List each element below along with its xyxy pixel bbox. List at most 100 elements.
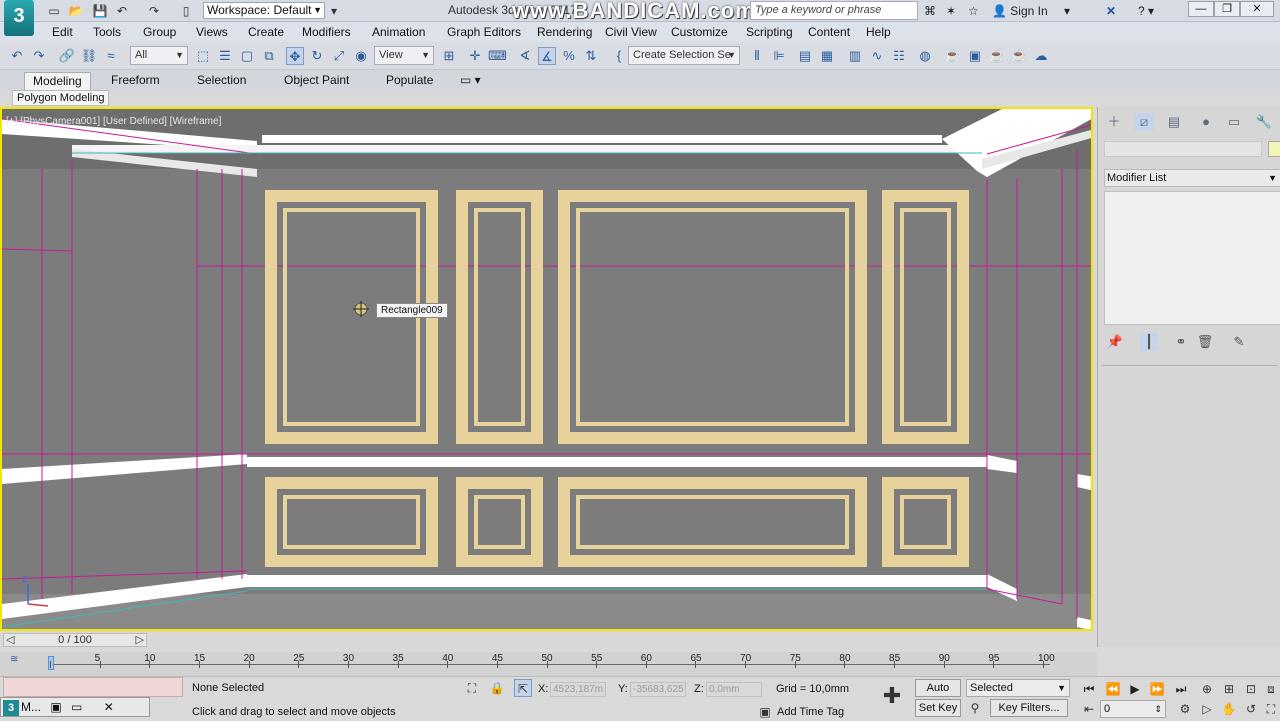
configure-modifier-sets-icon[interactable]: ✎ bbox=[1230, 333, 1248, 351]
select-and-place-icon[interactable]: ◉ bbox=[352, 47, 370, 65]
scene-explorer-icon[interactable]: ▤ bbox=[796, 47, 814, 65]
new-file-icon[interactable]: ▭ bbox=[46, 3, 62, 19]
mirror-icon[interactable]: ⫴ bbox=[748, 47, 766, 65]
time-tag-icon[interactable]: ▣ bbox=[756, 703, 774, 721]
select-and-move-icon[interactable]: ✥ bbox=[286, 47, 304, 65]
edit-named-selection-icon[interactable]: { bbox=[610, 47, 628, 65]
reference-coordinate-dropdown[interactable]: View ▼ bbox=[374, 46, 434, 65]
ribbon-options-icon[interactable]: ▭ ▾ bbox=[452, 72, 489, 90]
maximize-viewport-icon[interactable]: ⛶ bbox=[1262, 700, 1280, 718]
pivot-center-icon[interactable]: ⊞ bbox=[440, 47, 458, 65]
motion-tab-icon[interactable]: ● bbox=[1196, 113, 1216, 131]
field-of-view-icon[interactable]: ▷ bbox=[1198, 700, 1216, 718]
pin-stack-icon[interactable]: 📌 bbox=[1106, 333, 1124, 351]
menu-group[interactable]: Group bbox=[143, 25, 176, 39]
open-file-icon[interactable]: 📂 bbox=[68, 3, 84, 19]
object-color-swatch[interactable] bbox=[1268, 141, 1280, 157]
modify-tab-icon[interactable]: ⧄ bbox=[1134, 113, 1154, 131]
tab-object-paint[interactable]: Object Paint bbox=[276, 72, 357, 90]
zoom-extents-icon[interactable]: ⊡ bbox=[1242, 680, 1260, 698]
zoom-extents-all-icon[interactable]: ⧈ bbox=[1262, 680, 1280, 698]
exchange-apps-icon[interactable]: ✕ bbox=[1106, 2, 1116, 20]
key-mode-toggle-icon[interactable]: ⇤ bbox=[1080, 700, 1098, 718]
pan-view-icon[interactable]: ✋ bbox=[1220, 700, 1238, 718]
previous-frame-icon[interactable]: ⏪ bbox=[1104, 680, 1122, 698]
zoom-all-icon[interactable]: ⊞ bbox=[1220, 680, 1238, 698]
display-tab-icon[interactable]: ▭ bbox=[1224, 113, 1244, 131]
minimize-mini-icon[interactable]: ▭ bbox=[71, 700, 82, 714]
menu-edit[interactable]: Edit bbox=[52, 25, 73, 39]
z-coordinate-field[interactable]: 0,0mm bbox=[706, 682, 762, 697]
play-icon[interactable]: ▶ bbox=[1126, 680, 1144, 698]
key-mode-dropdown[interactable]: Selected ▼ bbox=[966, 679, 1070, 697]
menu-rendering[interactable]: Rendering bbox=[537, 25, 592, 39]
taskbar-app-button[interactable]: 3 M... ▣ ▭ ✕ bbox=[0, 697, 150, 717]
quick-access-menu-icon[interactable]: ▾ bbox=[326, 3, 342, 19]
menu-graph-editors[interactable]: Graph Editors bbox=[447, 25, 521, 39]
selection-lock-icon[interactable]: 🔒 bbox=[488, 679, 506, 697]
next-frame-icon[interactable]: ⏩ bbox=[1148, 680, 1166, 698]
select-object-icon[interactable]: ⬚ bbox=[194, 47, 212, 65]
project-folder-icon[interactable]: ▯ bbox=[178, 3, 194, 19]
help-button[interactable]: ? ▾ bbox=[1138, 2, 1154, 20]
bind-space-warp-icon[interactable]: ≈ bbox=[102, 47, 120, 65]
modifier-stack[interactable] bbox=[1104, 191, 1280, 325]
window-crossing-icon[interactable]: ⧉ bbox=[260, 47, 278, 65]
set-key-button[interactable]: Set Key bbox=[915, 699, 961, 717]
track-bar[interactable]: ≋ 5 10 15 20 25 30 35 40 45 50 55 60 65 70 75 80 85 90 95 1… bbox=[0, 652, 1097, 676]
rendered-frame-window-icon[interactable]: ▣ bbox=[966, 47, 984, 65]
undo-icon[interactable]: ↶ bbox=[114, 3, 130, 19]
menu-create[interactable]: Create bbox=[248, 25, 284, 39]
mini-curve-editor-icon[interactable]: ≋ bbox=[10, 654, 18, 665]
render-setup-icon[interactable]: ☕ bbox=[944, 47, 962, 65]
menu-modifiers[interactable]: Modifiers bbox=[302, 25, 351, 39]
menu-scripting[interactable]: Scripting bbox=[746, 25, 793, 39]
menu-tools[interactable]: Tools bbox=[93, 25, 121, 39]
link-icon[interactable]: 🔗 bbox=[58, 47, 76, 65]
utilities-tab-icon[interactable]: 🔧 bbox=[1254, 113, 1274, 131]
redo-icon[interactable]: ↷ bbox=[146, 3, 162, 19]
prev-frame-icon[interactable]: ◁ bbox=[6, 634, 14, 646]
restore-mini-icon[interactable]: ▣ bbox=[50, 700, 61, 714]
tab-populate[interactable]: Populate bbox=[378, 72, 441, 90]
render-production-icon[interactable]: ☕ bbox=[988, 47, 1006, 65]
y-coordinate-field[interactable]: -35683,625 bbox=[630, 682, 686, 697]
go-to-end-icon[interactable]: ⏭ bbox=[1172, 680, 1190, 698]
orbit-icon[interactable]: ↺ bbox=[1242, 700, 1260, 718]
current-frame-field[interactable]: 0 ⇕ bbox=[1100, 700, 1166, 718]
menu-customize[interactable]: Customize bbox=[671, 25, 728, 39]
menu-content[interactable]: Content bbox=[808, 25, 850, 39]
set-key-big-icon[interactable]: ✚ bbox=[876, 680, 908, 714]
time-slider[interactable]: ◁ 0 / 100 ▷ bbox=[3, 633, 147, 647]
rectangular-selection-icon[interactable]: ▢ bbox=[238, 47, 256, 65]
key-filter-icon[interactable]: ⚲ bbox=[966, 699, 984, 717]
binoculars-icon[interactable]: ⌘ bbox=[924, 2, 936, 20]
tab-selection[interactable]: Selection bbox=[189, 72, 254, 90]
align-icon[interactable]: ⊫ bbox=[770, 47, 788, 65]
object-name-field[interactable] bbox=[1104, 141, 1262, 157]
named-selection-dropdown[interactable]: Create Selection Se ▼ bbox=[628, 46, 740, 65]
tab-modeling[interactable]: Modeling bbox=[24, 72, 91, 90]
toggle-ribbon-icon[interactable]: ▥ bbox=[846, 47, 864, 65]
auto-key-button[interactable]: Auto Key bbox=[915, 679, 961, 710]
favorites-star-icon[interactable]: ☆ bbox=[968, 2, 979, 20]
close-mini-icon[interactable]: ✕ bbox=[104, 700, 114, 714]
next-frame-icon[interactable]: ▷ bbox=[136, 634, 144, 646]
menu-civil-view[interactable]: Civil View bbox=[605, 25, 657, 39]
make-unique-icon[interactable]: ⚭ bbox=[1172, 333, 1190, 351]
select-by-name-icon[interactable]: ☰ bbox=[216, 47, 234, 65]
sign-in-button[interactable]: 👤 Sign In bbox=[992, 2, 1048, 20]
workspace-dropdown[interactable]: Workspace: Default ▼ bbox=[203, 2, 325, 19]
menu-animation[interactable]: Animation bbox=[372, 25, 425, 39]
curve-editor-icon[interactable]: ∿ bbox=[868, 47, 886, 65]
show-end-result-icon[interactable]: ┃ bbox=[1140, 333, 1158, 351]
viewport[interactable] bbox=[0, 107, 1093, 631]
render-iterative-icon[interactable]: ☕ bbox=[1010, 47, 1028, 65]
go-to-start-icon[interactable]: ⏮ bbox=[1080, 680, 1098, 698]
keyboard-shortcut-override-icon[interactable]: ⌨ bbox=[488, 47, 507, 65]
app-logo-button[interactable]: 3 bbox=[4, 0, 34, 36]
select-and-rotate-icon[interactable]: ↻ bbox=[308, 47, 326, 65]
close-window-button[interactable]: ✕ bbox=[1240, 1, 1274, 17]
angle-snap-icon[interactable]: ∡ bbox=[538, 47, 556, 65]
select-and-scale-icon[interactable]: ⤢ bbox=[330, 47, 348, 65]
